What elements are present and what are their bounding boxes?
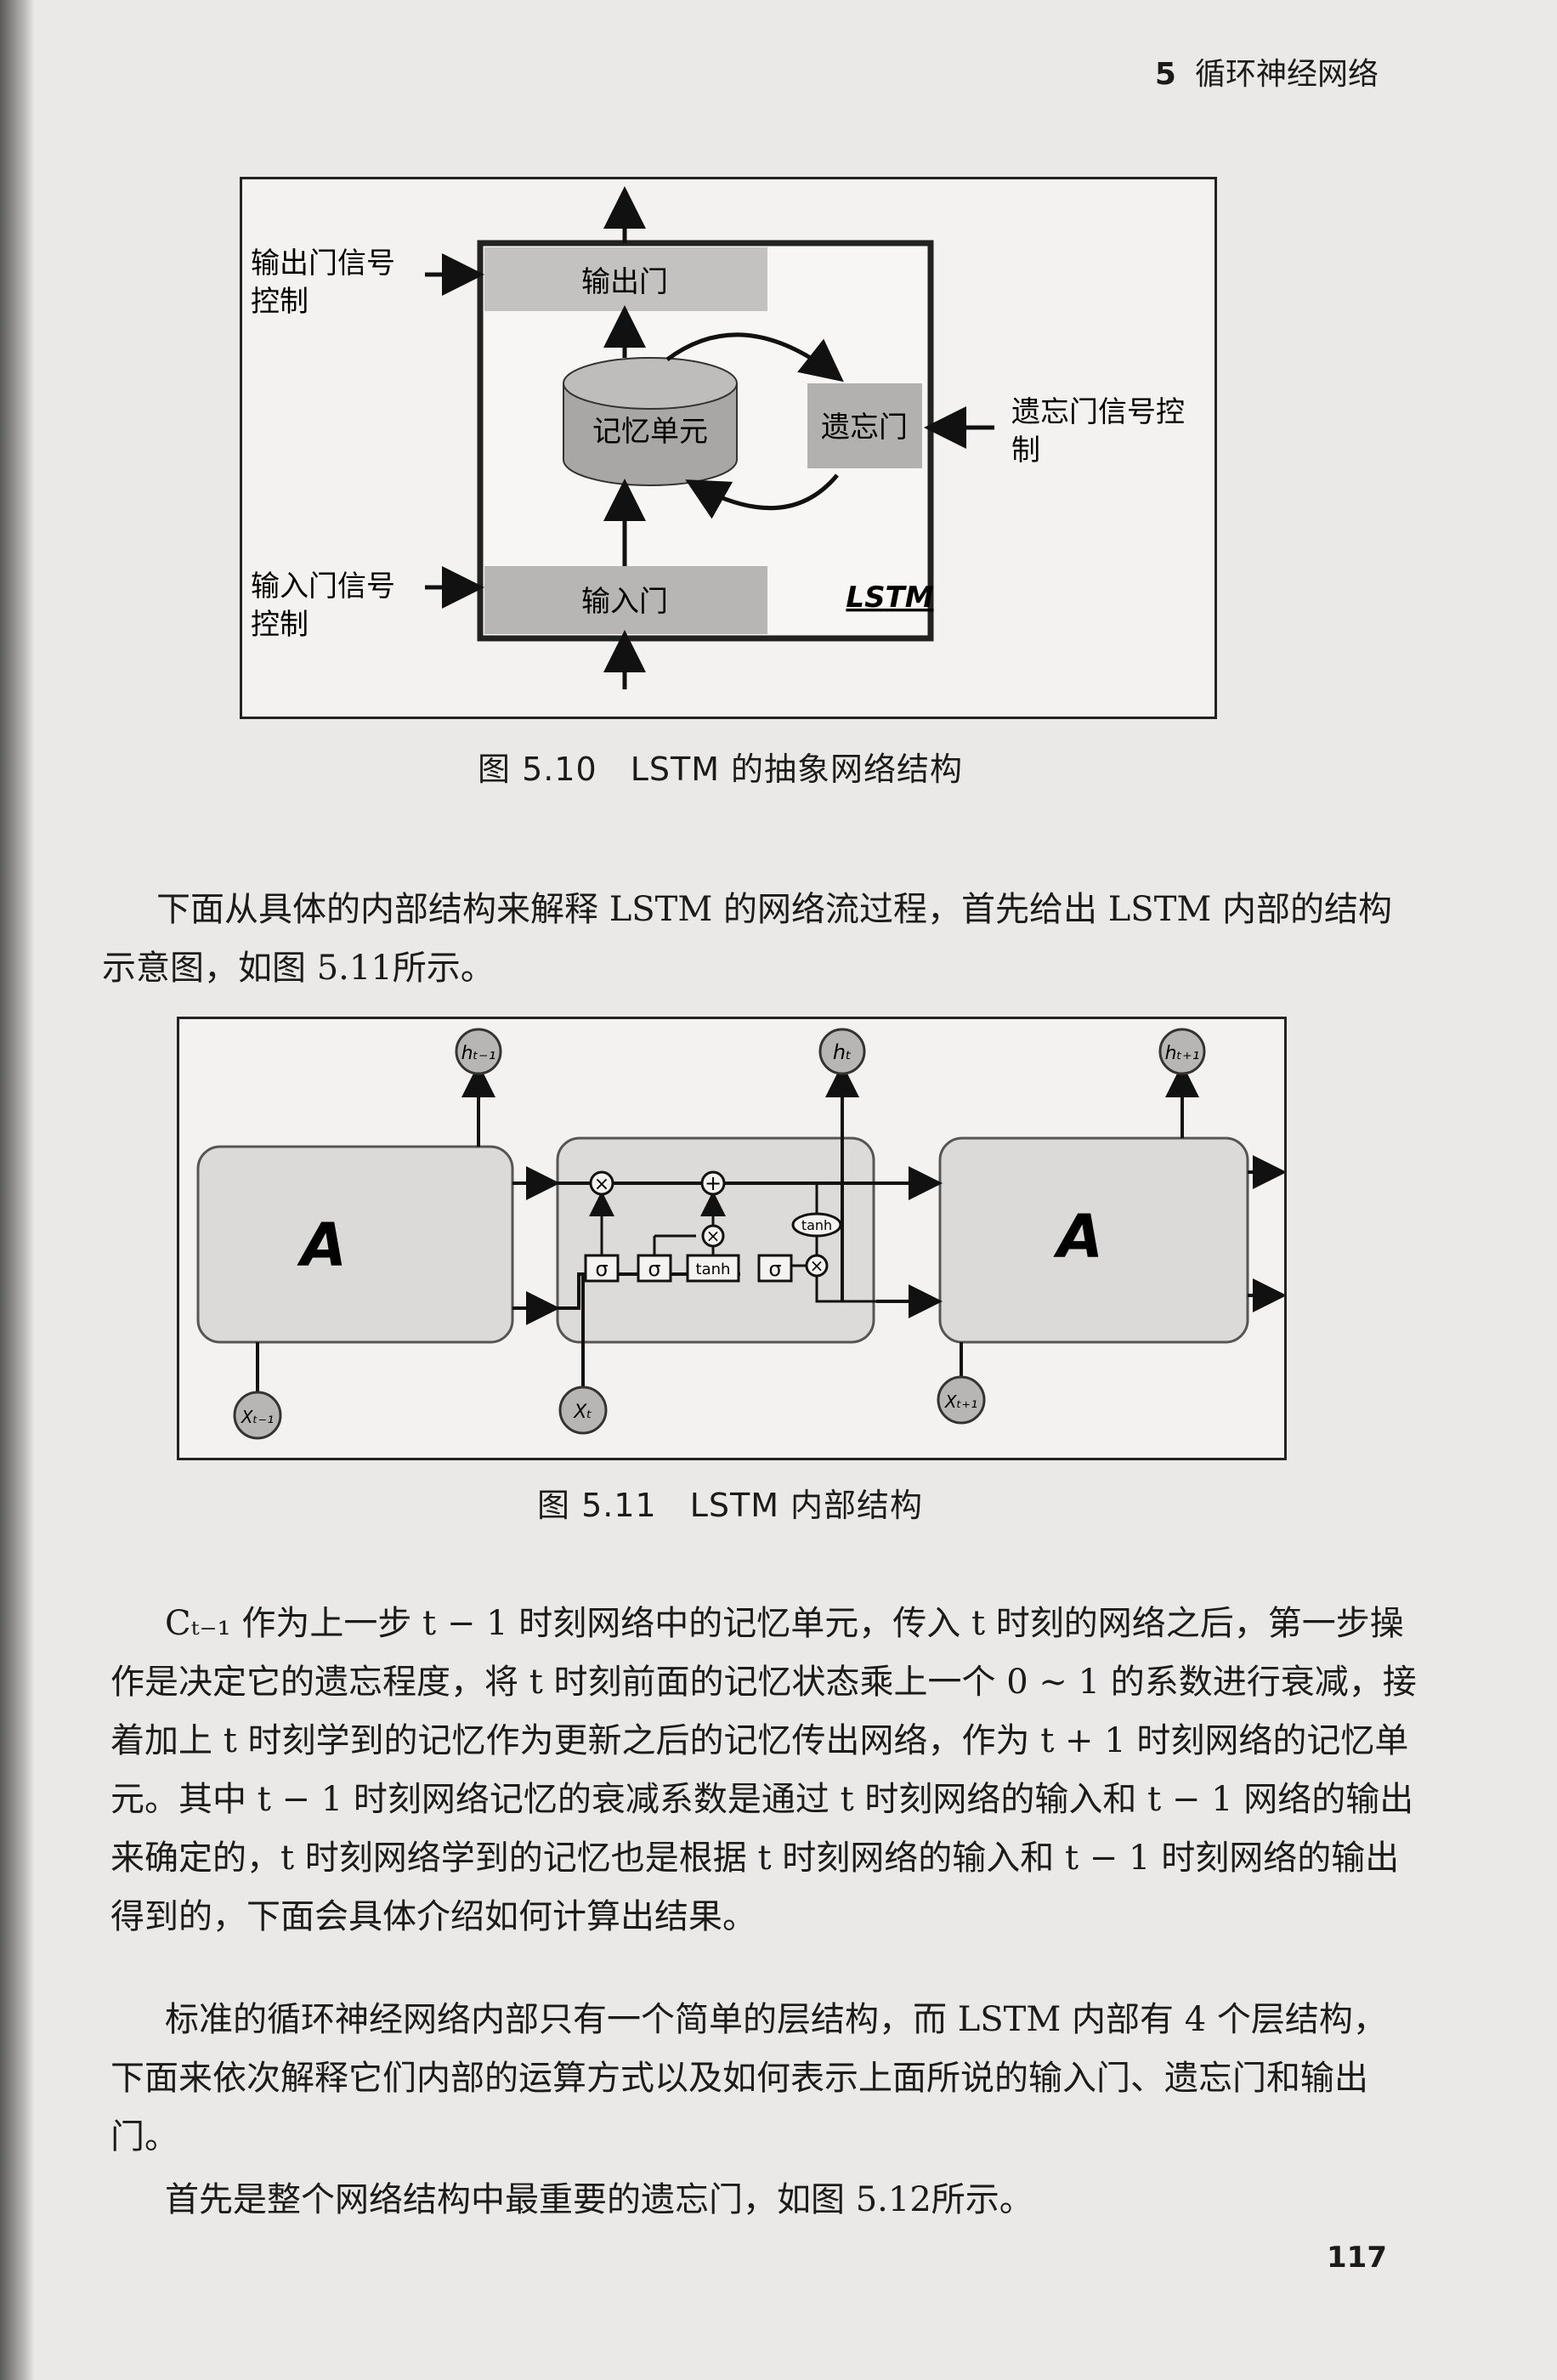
module-right-label: A [1053,1202,1103,1272]
h-next-label: hₜ₊₁ [1165,1043,1200,1064]
sigma-label-1: σ [595,1257,608,1281]
figure-5-10-caption: 图 5.10 LSTM 的抽象网络结构 [478,751,964,788]
lstm-label: LSTM [846,581,933,615]
forget-ctrl-label-1: 遗忘门信号控 [1011,395,1185,429]
output-ctrl-label-1: 输出门信号 [251,246,395,280]
input-gate-label: 输入门 [581,585,668,619]
body-paragraph-1: Cₜ₋₁ 作为上一步 t − 1 时刻网络中的记忆单元，传入 t 时刻的网络之后… [110,1604,1417,1936]
module-left [196,1145,514,1344]
h-cur-label: hₜ [833,1040,852,1064]
add-symbol: + [705,1171,722,1195]
memory-cell-top [563,357,738,410]
forget-gate-label: 遗忘门 [821,411,908,445]
forget-ctrl-label-2: 制 [1011,434,1040,468]
lstm-internal-diagram: A A σ σ tanh σ × + × tanh × hₜ₋₁ hₜ hₜ₊₁… [196,1028,1287,1440]
input-ctrl-label-2: 控制 [251,608,309,642]
input-ctrl-label-1: 输入门信号 [251,570,395,604]
running-header: 5 循环神经网络 [1155,49,1379,94]
lstm-abstract-diagram: 输出门 输入门 LSTM 记忆单元 遗忘门 输出门信号 控制 输入门信号 控制 … [251,186,1185,689]
body-paragraph-3: 首先是整个网络结构中最重要的遗忘门，如图 5.12所示。 [165,2180,1033,2219]
figure-5-11: A A σ σ tanh σ × + × tanh × hₜ₋₁ hₜ hₜ₊₁… [177,1017,1287,1460]
output-ctrl-label-2: 控制 [251,285,309,319]
book-spine-shadow [0,0,34,2380]
x-cur-label: Xₜ [573,1402,592,1423]
intro-paragraph: 下面从具体的内部结构来解释 LSTM 的网络流过程，首先给出 LSTM 内部的结… [102,890,1393,988]
figure-5-11-caption: 图 5.11 LSTM 内部结构 [537,1487,924,1524]
page-number: 117 [1327,2241,1387,2275]
body-paragraph-2: 标准的循环神经网络内部只有一个简单的层结构，而 LSTM 内部有 4 个层结构，… [110,2000,1387,2156]
chapter-title: 循环神经网络 [1194,57,1379,92]
sigma-label-3: σ [768,1257,781,1281]
figure-5-10: 输出门 输入门 LSTM 记忆单元 遗忘门 输出门信号 控制 输入门信号 控制 … [240,177,1217,719]
h-prev-label: hₜ₋₁ [461,1043,496,1064]
input-mult-symbol: × [706,1226,721,1246]
memory-cell-label: 记忆单元 [592,415,708,449]
sigma-label-2: σ [648,1257,660,1281]
x-next-label: Xₜ₊₁ [944,1391,977,1412]
x-prev-label: Xₜ₋₁ [241,1407,274,1427]
forget-mult-symbol: × [594,1174,609,1195]
chapter-number: 5 [1154,57,1176,92]
cell-tanh-label: tanh [801,1217,832,1233]
module-left-label: A [297,1210,347,1280]
output-gate-label: 输出门 [581,265,668,299]
tanh-label: tanh [696,1261,731,1278]
output-mult-symbol: × [810,1255,824,1276]
book-page: 5 循环神经网络 输出门 输入门 LSTM 记忆单元 遗忘门 输出门信号 控制 … [34,0,1557,2380]
